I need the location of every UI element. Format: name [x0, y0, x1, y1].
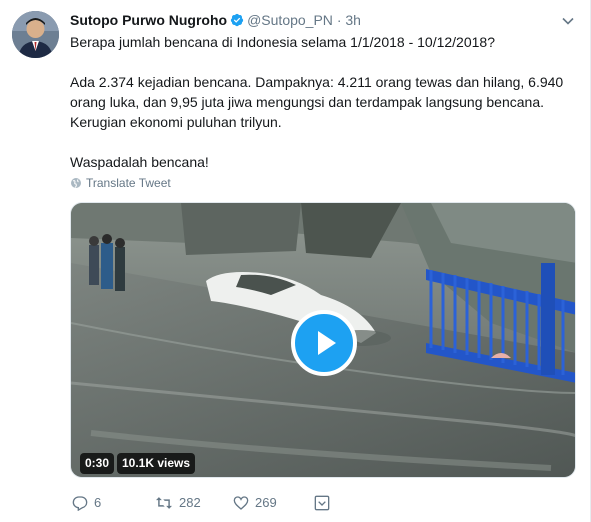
play-icon — [318, 331, 336, 355]
share-icon — [314, 495, 330, 510]
tweet-text-line: Ada 2.374 kejadian bencana. Dampaknya: 4… — [70, 74, 564, 90]
retweet-icon — [156, 496, 172, 509]
retweet-count: 282 — [179, 494, 201, 510]
like-button[interactable]: 269 — [233, 492, 277, 512]
verified-badge-icon — [230, 12, 244, 27]
tweet-timestamp[interactable]: 3h — [345, 12, 361, 28]
header-separator: · — [336, 12, 342, 28]
globe-icon — [71, 178, 81, 188]
tweet-card: Sutopo Purwo Nugroho @Sutopo_PN · 3h Bera… — [0, 0, 591, 522]
retweet-button[interactable]: 282 — [155, 492, 201, 512]
video-views-badge: 10.1K views — [117, 453, 196, 474]
translate-tweet-link[interactable]: Translate Tweet — [70, 175, 171, 191]
play-button[interactable] — [291, 310, 357, 376]
reply-count: 6 — [94, 494, 102, 510]
reply-button[interactable]: 6 — [72, 492, 101, 512]
like-count: 269 — [255, 494, 277, 510]
tweet-header: Sutopo Purwo Nugroho @Sutopo_PN · 3h — [70, 10, 361, 30]
chevron-down-icon[interactable] — [561, 14, 575, 28]
tweet-text-line: Kerugian ekonomi puluhan trilyun. — [70, 114, 282, 130]
avatar[interactable] — [12, 11, 59, 58]
share-button[interactable] — [314, 492, 330, 512]
tweet-text-line: orang luka, dan 9,95 juta jiwa mengungsi… — [70, 94, 544, 110]
tweet-text: Berapa jumlah bencana di Indonesia selam… — [70, 32, 575, 172]
like-icon — [233, 495, 249, 510]
video-duration-badge: 0:30 — [80, 453, 115, 474]
reply-icon — [72, 495, 88, 511]
video-player[interactable]: 0:30 10.1K views — [70, 202, 576, 478]
tweet-text-line: Berapa jumlah bencana di Indonesia selam… — [70, 34, 495, 50]
author-handle[interactable]: @Sutopo_PN — [247, 12, 333, 28]
translate-label: Translate Tweet — [86, 176, 171, 190]
author-name[interactable]: Sutopo Purwo Nugroho — [70, 12, 227, 28]
tweet-text-line: Waspadalah bencana! — [70, 154, 209, 170]
